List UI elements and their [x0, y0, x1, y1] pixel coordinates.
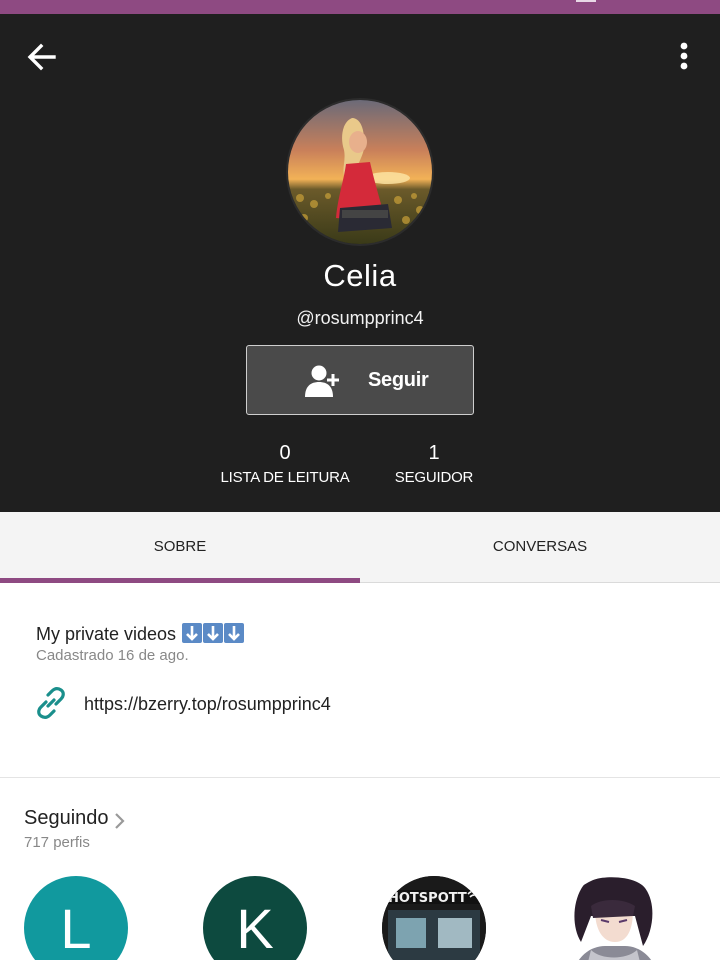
following-avatar[interactable]: HOTSPOTT	[382, 876, 486, 960]
down-arrow-emoji	[224, 623, 245, 643]
add-person-icon	[305, 365, 339, 397]
chevron-right-icon[interactable]	[113, 811, 125, 831]
following-count: 717 perfis	[24, 834, 90, 851]
profile-header: Celia @rosumpprinc4 Seguir 0 LISTA DE LE…	[0, 14, 720, 512]
status-glyph	[576, 0, 596, 2]
down-arrow-emoji	[203, 623, 224, 643]
avatar-letter: L	[60, 897, 92, 960]
follow-label: Seguir	[368, 369, 429, 391]
more-vertical-icon	[680, 42, 688, 70]
link-icon	[37, 687, 65, 719]
profile-link[interactable]: https://bzerry.top/rosumpprinc4	[84, 694, 331, 715]
followers-stat[interactable]: 1 SEGUIDOR	[374, 442, 494, 486]
follow-button[interactable]: Seguir	[246, 345, 474, 415]
avatar-letter: K	[236, 897, 274, 960]
followers-count: 1	[428, 442, 440, 464]
storefront-photo: HOTSPOTT	[382, 876, 486, 960]
reading-list-label: LISTA DE LEITURA	[220, 469, 350, 486]
profile-tabs: SOBRE CONVERSAS	[0, 512, 720, 583]
username: @rosumpprinc4	[296, 308, 424, 328]
followers-label: SEGUIDOR	[394, 469, 474, 486]
tab-about[interactable]: SOBRE	[0, 512, 360, 583]
reading-list-stat[interactable]: 0 LISTA DE LEITURA	[200, 442, 370, 486]
reading-list-count: 0	[279, 442, 291, 464]
joined-date: Cadastrado 16 de ago.	[36, 647, 189, 664]
following-title[interactable]: Seguindo	[24, 807, 109, 830]
status-bar	[0, 0, 720, 14]
profile-avatar[interactable]	[286, 98, 434, 246]
back-button[interactable]	[22, 40, 62, 74]
following-avatar[interactable]: K	[203, 876, 307, 960]
tab-conversations[interactable]: CONVERSAS	[360, 512, 720, 583]
svg-text:HOTSPOTT: HOTSPOTT	[388, 891, 467, 906]
anime-character-photo	[561, 876, 665, 960]
down-arrow-emoji	[182, 623, 203, 643]
arrow-left-icon	[27, 43, 56, 71]
avatar-photo	[288, 100, 432, 244]
about-section: My private videos Cadastrado 16 de ago. …	[0, 583, 720, 778]
following-avatar[interactable]	[561, 876, 665, 960]
following-section: Seguindo 717 perfis L K HOTSPOTT	[0, 779, 720, 960]
bio: My private videos	[36, 623, 245, 645]
more-options-button[interactable]	[670, 38, 698, 74]
following-avatar[interactable]: L	[24, 876, 128, 960]
display-name: Celia	[323, 258, 397, 293]
bio-text: My private videos	[36, 624, 177, 644]
